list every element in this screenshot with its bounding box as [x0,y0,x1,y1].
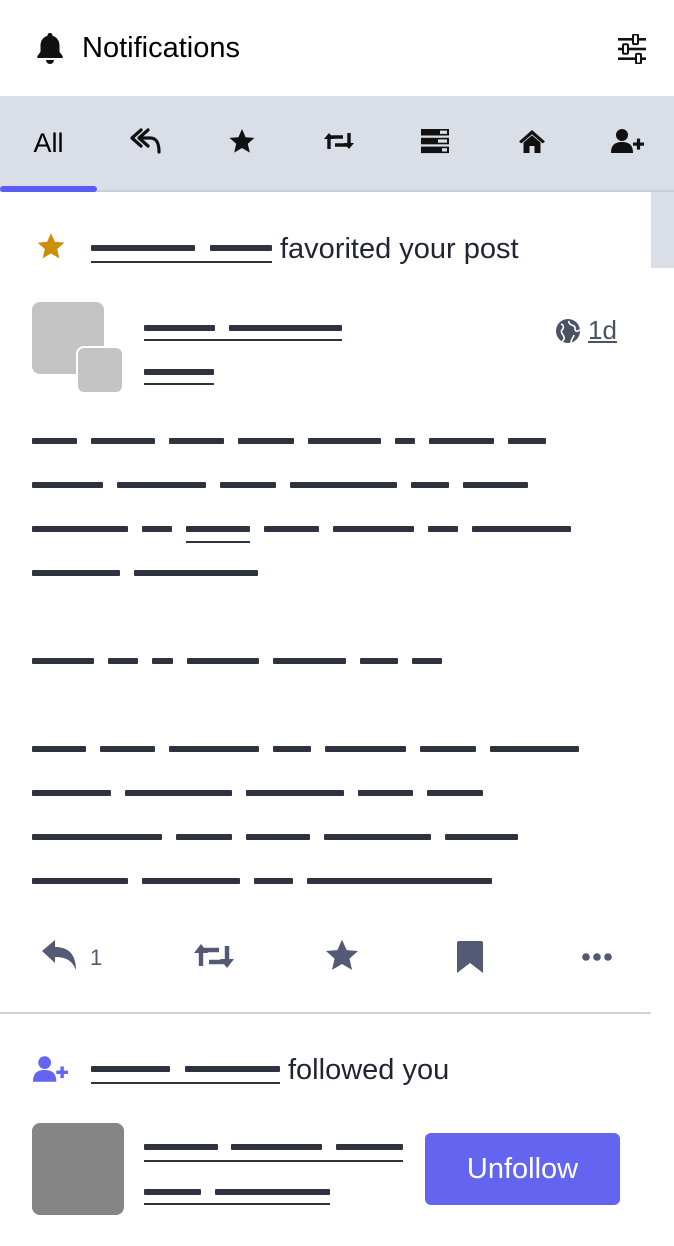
reply-count: 1 [90,945,103,970]
boost-icon[interactable] [193,941,235,976]
reply-all-icon [129,127,162,160]
star-icon [228,128,256,159]
tab-all[interactable]: All [0,96,97,190]
status-timestamp[interactable]: 1d [588,314,617,346]
notification-divider [0,1012,651,1014]
user-plus-icon [610,128,645,159]
column-header: Notifications [0,0,674,96]
tasks-icon [420,128,450,159]
notification-message: favorited your post [280,233,519,265]
tab-favourites[interactable] [193,96,290,190]
tab-all-label: All [33,127,64,158]
tab-statuses[interactable] [483,96,580,190]
column-title: Notifications [82,32,240,64]
scrollbar-thumb[interactable] [651,192,674,268]
reply-icon[interactable] [40,938,78,977]
filter-tab-bar: All [0,96,674,192]
user-plus-icon [33,1055,69,1088]
favourite-icon[interactable] [324,938,360,977]
sliders-icon[interactable] [616,33,648,69]
home-icon [518,128,546,159]
unfollow-button[interactable]: Unfollow [425,1133,620,1205]
active-tab-indicator [0,186,97,192]
globe-icon [555,318,581,349]
tab-mentions[interactable] [97,96,194,190]
bookmark-icon[interactable] [456,940,484,979]
more-options-icon[interactable] [582,950,612,968]
status-link[interactable] [186,541,250,543]
tab-polls[interactable] [386,96,483,190]
avatar[interactable] [32,1123,124,1215]
bell-icon [34,31,66,70]
tab-boosts[interactable] [290,96,387,190]
retweet-icon [323,129,355,158]
notification-message: followed you [288,1054,450,1086]
scrollbar-track[interactable] [651,192,674,1246]
tab-follows[interactable] [579,96,674,190]
star-icon [36,232,66,265]
avatar-overlay [76,346,124,394]
